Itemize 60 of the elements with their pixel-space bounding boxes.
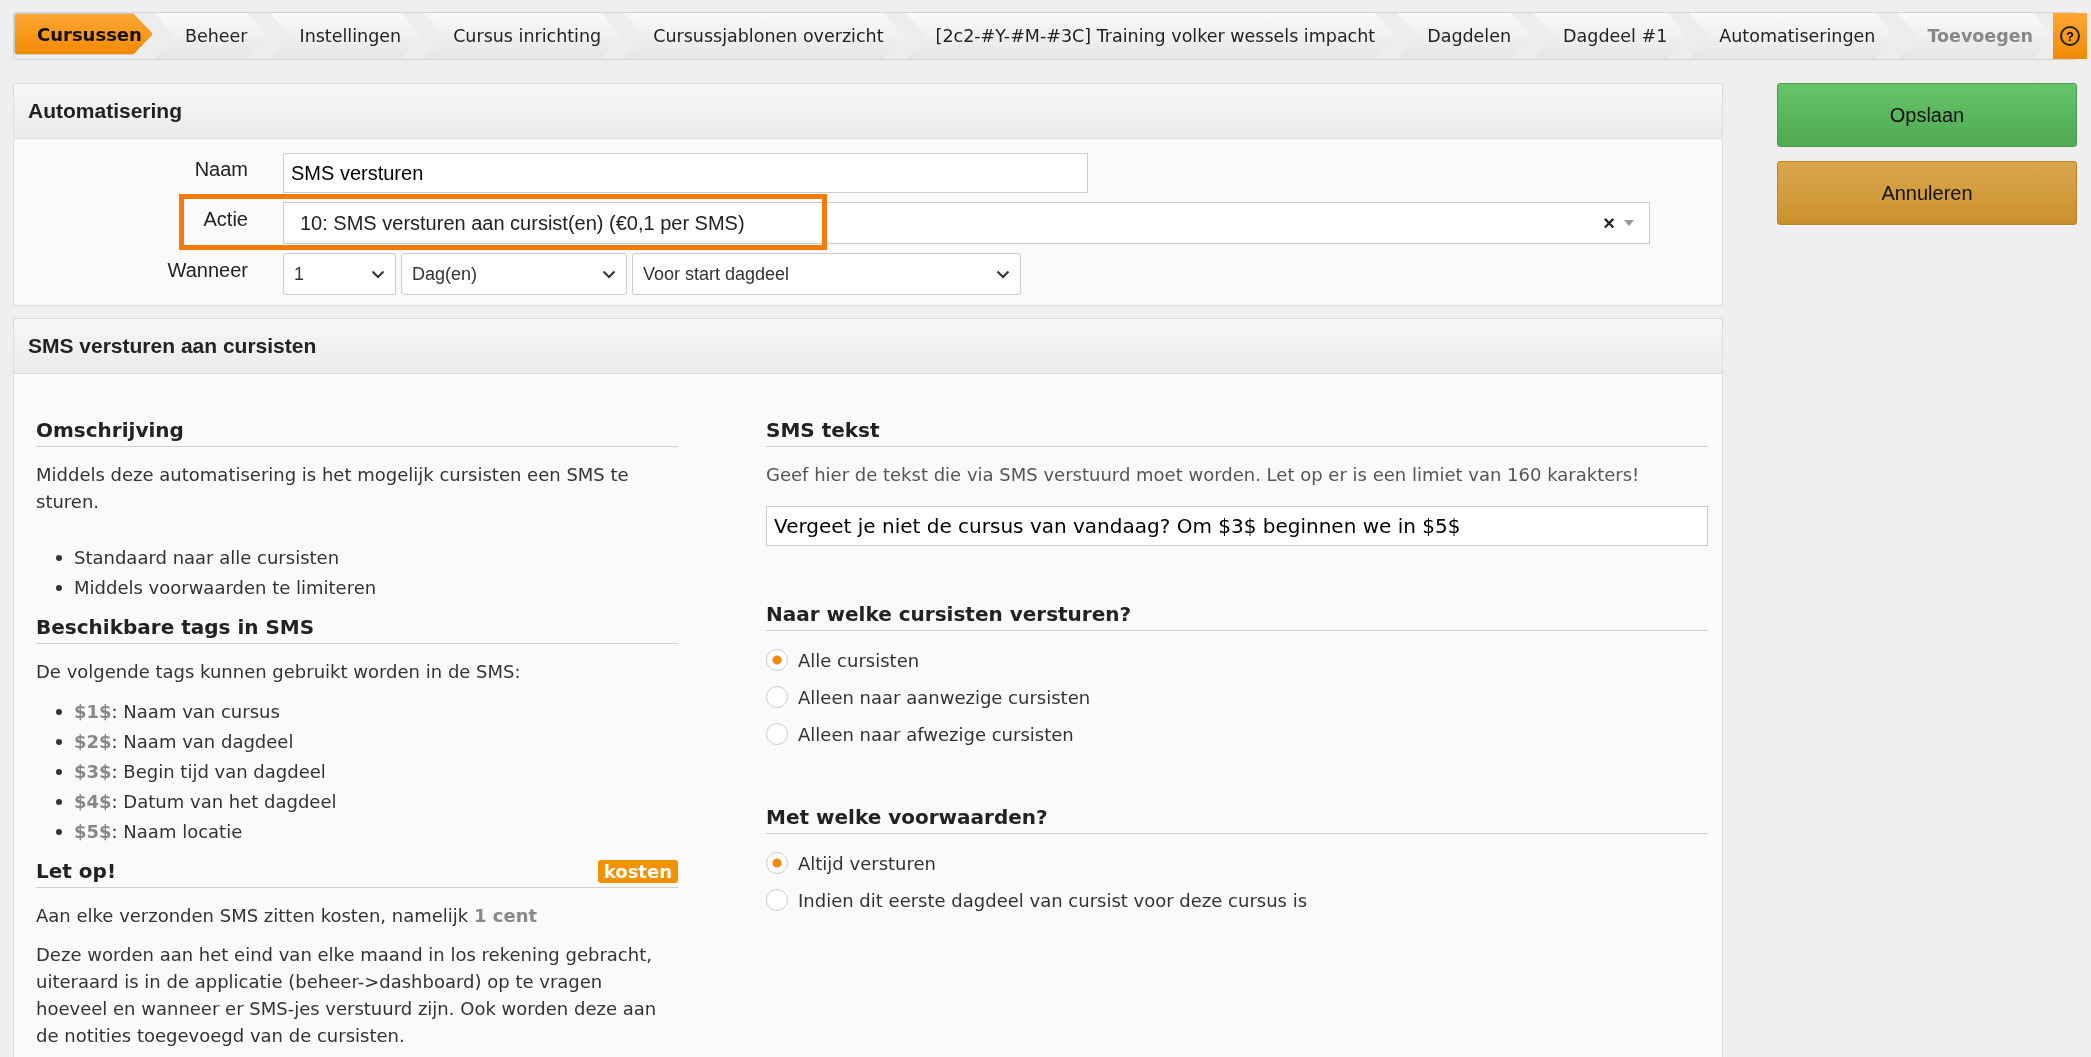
action-select[interactable]: 10: SMS versturen aan cursist(en) (€0,1 per SMS) × — [283, 202, 1650, 244]
breadcrumb-item[interactable]: Cursussen — [14, 13, 153, 55]
dropdown[interactable]: Dag(en) — [401, 253, 627, 295]
section-heading: Naar welke cursisten versturen? — [766, 602, 1708, 631]
hint-text: Geef hier de tekst die via SMS verstuurd moet worden. Let op er is een limiet van 160 karakters! — [766, 463, 1641, 487]
field-label: Wanneer — [166, 258, 249, 282]
tag-description: $1$: Naam van cursus — [74, 700, 280, 724]
radio-button[interactable] — [766, 686, 788, 708]
panel-title: Automatisering — [14, 84, 1722, 139]
bullet-icon — [56, 769, 62, 775]
radio-label: Alleen naar afwezige cursisten — [798, 723, 1074, 745]
section-heading: Met welke voorwaarden? — [766, 805, 1708, 834]
panel-title: SMS versturen aan cursisten — [14, 319, 1722, 374]
chevron-down-icon — [996, 269, 1010, 279]
radio-button[interactable] — [766, 889, 788, 911]
tag-description: $2$: Naam van dagdeel — [74, 730, 294, 754]
cancel-button[interactable]: Annuleren — [1777, 161, 2077, 225]
tag-description: $3$: Begin tijd van dagdeel — [74, 760, 326, 784]
bullet-icon — [56, 585, 62, 591]
list-item: Middels voorwaarden te limiteren — [74, 576, 377, 600]
dropdown[interactable]: Voor start dagdeel — [632, 253, 1021, 295]
radio-label: Indien dit eerste dagdeel van cursist voor deze cursus is — [798, 889, 1308, 911]
cost-badge: kosten — [597, 860, 678, 883]
sms-text-input[interactable]: Vergeet je niet de cursus van vandaag? Om $3$ beginnen we in $5$ — [766, 506, 1708, 546]
list-item: Standaard naar alle cursisten — [74, 546, 340, 570]
radio-label: Altijd versturen — [798, 852, 936, 874]
radio-button[interactable] — [766, 649, 788, 671]
radio-button[interactable] — [766, 852, 788, 874]
help-icon: ? — [2060, 26, 2081, 46]
chevron-down-icon — [602, 269, 616, 279]
name-input[interactable]: SMS versturen — [283, 153, 1088, 193]
breadcrumb-item[interactable]: Cursussjablonen overzicht — [623, 13, 904, 59]
radio-label: Alleen naar aanwezige cursisten — [798, 686, 1091, 708]
radio-label: Alle cursisten — [798, 649, 920, 671]
bullet-icon — [56, 799, 62, 805]
description-text: Middels deze automatisering is het mogelijk cursisten een SMS te sturen. — [36, 463, 630, 514]
bullet-icon — [56, 555, 62, 561]
intro-text: De volgende tags kunnen gebruikt worden in de SMS: — [36, 660, 522, 684]
breadcrumb-item[interactable]: Automatiseringen — [1689, 13, 1896, 59]
field-label: Actie — [202, 207, 249, 231]
bullet-icon — [56, 709, 62, 715]
clear-icon[interactable]: × — [1603, 211, 1615, 235]
field-label: Naam — [193, 157, 249, 181]
notice-paragraph: Deze worden aan het eind van elke maand in los rekening gebracht, uiteraard is in de applicatie (beheer->dashboard) op te vragen hoeveel en wanneer er SMS-jes verstuurd zijn. Ook worden deze aan de notities toegevoegd van de cursisten. — [36, 943, 658, 1048]
breadcrumb-item[interactable]: Beheer — [154, 13, 268, 59]
bullet-icon — [56, 739, 62, 745]
section-heading: Beschikbare tags in SMS — [36, 615, 678, 644]
chevron-down-icon — [371, 269, 385, 279]
section-heading: SMS tekst — [766, 418, 1708, 447]
save-button[interactable]: Opslaan — [1777, 83, 2077, 147]
help-button[interactable]: ? — [2053, 13, 2088, 59]
bullet-icon — [56, 829, 62, 835]
dropdown[interactable]: 1 — [283, 253, 396, 295]
tag-description: $4$: Datum van het dagdeel — [74, 790, 337, 814]
caret-icon — [1623, 219, 1635, 227]
notice-text: Aan elke verzonden SMS zitten kosten, namelijk 1 cent — [36, 904, 539, 928]
radio-button[interactable] — [766, 723, 788, 745]
tag-description: $5$: Naam locatie — [74, 820, 243, 844]
section-heading: Omschrijving — [36, 418, 678, 447]
section-heading: Let op! — [36, 859, 116, 883]
